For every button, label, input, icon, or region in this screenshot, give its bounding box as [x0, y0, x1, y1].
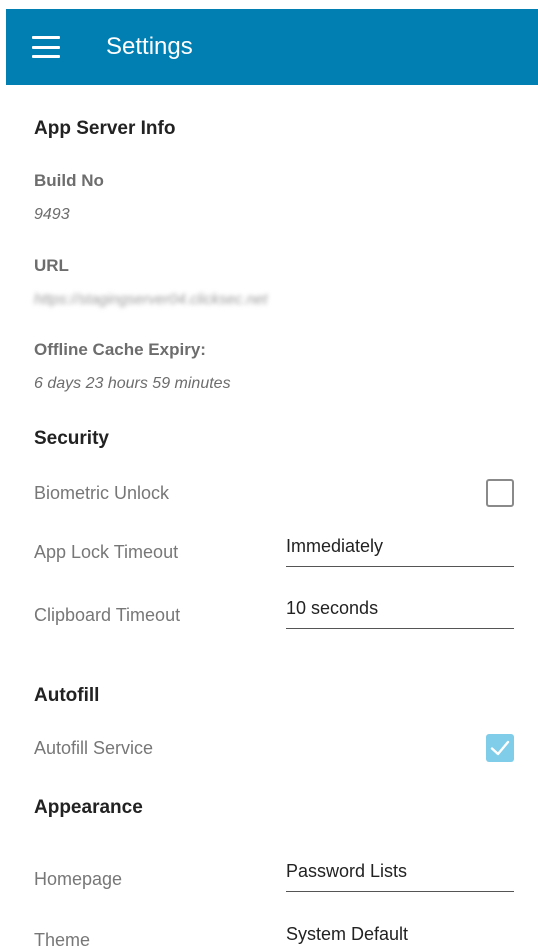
- autofill-service-label: Autofill Service: [34, 738, 154, 758]
- section-title-autofill: Autofill: [34, 685, 100, 706]
- cache-expiry-label: Offline Cache Expiry:: [34, 340, 206, 359]
- homepage-value: Password Lists: [286, 861, 408, 881]
- app-bar: Settings: [6, 9, 538, 85]
- theme-select[interactable]: System Default: [286, 924, 514, 949]
- section-title-appearance: Appearance: [34, 797, 143, 818]
- app-lock-timeout-label: App Lock Timeout: [34, 542, 179, 562]
- hamburger-menu-icon[interactable]: [32, 36, 60, 58]
- clipboard-timeout-value: 10 seconds: [286, 598, 379, 618]
- autofill-service-checkbox[interactable]: [486, 734, 514, 762]
- checkmark-icon: [490, 740, 510, 756]
- page-title: Settings: [106, 33, 193, 60]
- cache-expiry-value: 6 days 23 hours 59 minutes: [34, 375, 231, 392]
- url-label: URL: [34, 256, 69, 275]
- clipboard-timeout-select[interactable]: 10 seconds: [286, 598, 514, 629]
- biometric-unlock-label: Biometric Unlock: [34, 483, 170, 503]
- theme-value: System Default: [286, 924, 409, 944]
- clipboard-timeout-label: Clipboard Timeout: [34, 605, 181, 625]
- section-title-app-server-info: App Server Info: [34, 118, 176, 139]
- settings-screen: Settings App Server Info Build No 9493 U…: [0, 0, 538, 949]
- section-title-security: Security: [34, 428, 109, 449]
- app-lock-timeout-select[interactable]: Immediately: [286, 536, 514, 567]
- app-lock-timeout-value: Immediately: [286, 536, 384, 556]
- build-no-label: Build No: [34, 171, 104, 190]
- biometric-unlock-checkbox[interactable]: [486, 479, 514, 507]
- build-no-value: 9493: [34, 206, 70, 223]
- homepage-label: Homepage: [34, 869, 123, 889]
- homepage-select[interactable]: Password Lists: [286, 861, 514, 892]
- theme-label: Theme: [34, 930, 91, 949]
- url-value: https://stagingserver04.clicksec.net: [34, 291, 268, 308]
